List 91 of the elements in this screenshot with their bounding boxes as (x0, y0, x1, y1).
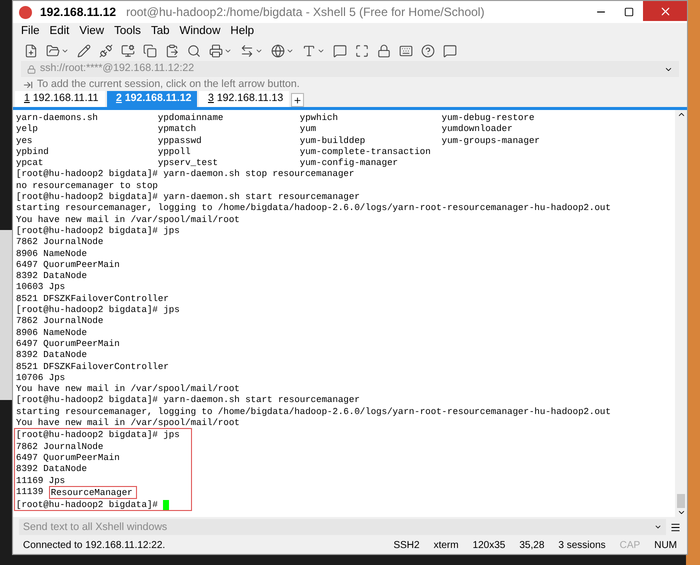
terminal-text: yum-debug-restore (442, 112, 536, 124)
terminal-text: [root@hu-hadoop2 bigdata]# yarn-daemon.sh start resourcemanager (16, 191, 360, 202)
tab-number: 1 (24, 91, 30, 106)
terminal-text: [root@hu-hadoop2 bigdata]# (16, 499, 158, 510)
menu-item[interactable]: Edit (50, 23, 70, 41)
terminal-text: yum (300, 123, 318, 135)
terminal-cursor (163, 500, 170, 510)
terminal-text: 8906 NameNode (16, 248, 87, 259)
terminal-text: You have new mail in /var/spool/mail/root (16, 214, 240, 225)
terminal-text: 6497 QuorumPeerMain (16, 258, 120, 270)
highlighted-text: ResourceManager (48, 486, 137, 500)
terminal-text: 10706 Jps (16, 372, 66, 383)
terminal-text: [root@hu-hadoop2 bigdata]# jps (16, 224, 180, 236)
menu-item[interactable]: File (21, 23, 40, 41)
session-tab[interactable]: 1 192.168.11.11 (15, 91, 105, 107)
scroll-down-icon[interactable] (676, 508, 686, 517)
terminal-text: 8392 DataNode (16, 349, 87, 360)
terminal-text: 6497 QuorumPeerMain (16, 452, 120, 463)
cursor-position-text: 35,28 (519, 539, 544, 553)
terminal-text: You have new mail in /var/spool/mail/root (16, 383, 240, 394)
terminal-text: ypmatch (158, 123, 198, 135)
session-tab[interactable]: 3 192.168.11.13 (199, 91, 289, 107)
menu-item[interactable]: Tab (150, 23, 170, 41)
session-tab[interactable]: 2 192.168.11.12 (107, 91, 197, 107)
scroll-thumb[interactable] (677, 494, 685, 508)
terminal-text: ypdomainname (158, 112, 224, 124)
terminal-text: [root@hu-hadoop2 bigdata]# yarn-daemon.sh start resourcemanager (16, 394, 360, 406)
num-lock-text: NUM (654, 539, 677, 553)
menu-item[interactable]: View (79, 23, 104, 41)
tab-label: 192.168.11.11 (32, 91, 98, 106)
close-icon (658, 4, 672, 18)
scroll-up-icon[interactable] (676, 110, 686, 119)
window-host: 192.168.11.12 (40, 4, 116, 21)
terminal-text: 8521 DFSZKFailoverController (16, 292, 169, 304)
terminal-text: yum-groups-manager (442, 134, 541, 146)
terminal-text: [root@hu-hadoop2 bigdata]# jps (16, 429, 180, 440)
terminal-text: 7862 JournalNode (16, 315, 104, 326)
terminal-text: yum-config-manager (300, 157, 399, 168)
terminal-text: [root@hu-hadoop2 bigdata]# jps (16, 304, 180, 316)
terminal-text: yes (16, 134, 34, 146)
terminal-text: 7862 JournalNode (16, 440, 104, 452)
terminal-text: 8906 NameNode (16, 326, 87, 338)
terminal-text: starting resourcemanager, logging to /home/bigdata/hadoop-2.6.0/logs/yarn-root-resourcemanager-hu-hadoop2.out (16, 202, 611, 214)
close-button[interactable] (643, 1, 687, 21)
address-text: ssh://root:****@192.168.11.12:22 (40, 61, 194, 76)
terminal-text: yarn-daemons.sh (16, 112, 99, 124)
caps-lock-text: CAP (620, 539, 640, 553)
terminal-text: yum-builddep (300, 134, 366, 146)
new-tab-button[interactable] (291, 93, 304, 107)
tab-number: 3 (208, 91, 214, 106)
terminal-text: 6497 QuorumPeerMain (16, 338, 120, 349)
app-logo-icon (19, 6, 32, 18)
terminal-text: starting resourcemanager, logging to /home/bigdata/hadoop-2.6.0/logs/yarn-root-resourcemanager-hu-hadoop2.out (16, 406, 611, 417)
terminal-type-text: xterm (434, 539, 459, 553)
terminal-text: ypbind (16, 146, 50, 158)
terminal-text: 11169 Jps (16, 474, 66, 486)
terminal-text: 10603 Jps (16, 281, 66, 292)
terminal-text: ypserv_test (158, 157, 219, 168)
sessions-text: 3 sessions (558, 539, 606, 553)
terminal-text: yumdownloader (442, 123, 514, 135)
terminal-text: You have new mail in /var/spool/mail/root (16, 417, 240, 428)
dropdown-icon[interactable] (654, 523, 662, 531)
menu-icon[interactable] (670, 522, 681, 532)
maximize-icon (624, 7, 634, 17)
terminal-text: yppasswd (158, 134, 203, 146)
size-text: 120x35 (472, 539, 506, 553)
terminal-text: 8521 DFSZKFailoverController (16, 360, 169, 372)
window-title: root@hu-hadoop2:/home/bigdata - Xshell 5 (Free for Home/School) (126, 4, 484, 21)
plus-icon (293, 96, 302, 104)
arrow-icon (23, 80, 33, 90)
terminal-text: yelp (16, 123, 39, 135)
tab-label: 192.168.11.12 (124, 91, 192, 106)
terminal-text: [root@hu-hadoop2 bigdata]# yarn-daemon.sh stop resourcemanager (16, 168, 354, 180)
menu-item[interactable]: Help (230, 23, 254, 41)
tab-label: 192.168.11.13 (216, 91, 284, 106)
protocol-text: SSH2 (393, 539, 420, 553)
terminal-text: 8392 DataNode (16, 463, 87, 474)
terminal-text: ypcat (16, 157, 44, 168)
lock-icon (27, 64, 36, 74)
tab-number: 2 (116, 91, 122, 106)
status-text: Connected to 192.168.11.12:22. (23, 539, 166, 553)
terminal-text: yum-complete-transaction (300, 146, 432, 158)
hint-text: To add the current session, click on the left arrow button. (37, 77, 300, 92)
menu-item[interactable]: Tools (114, 23, 141, 41)
terminal-text: 11139 (16, 486, 44, 499)
terminal-text: no resourcemanager to stop (16, 180, 158, 191)
terminal-text: yppoll (158, 146, 192, 158)
menu-item[interactable]: Window (179, 23, 220, 41)
terminal-text: 8392 DataNode (16, 270, 87, 282)
terminal-text: ypwhich (300, 112, 339, 124)
terminal-text: 7862 JournalNode (16, 236, 104, 248)
